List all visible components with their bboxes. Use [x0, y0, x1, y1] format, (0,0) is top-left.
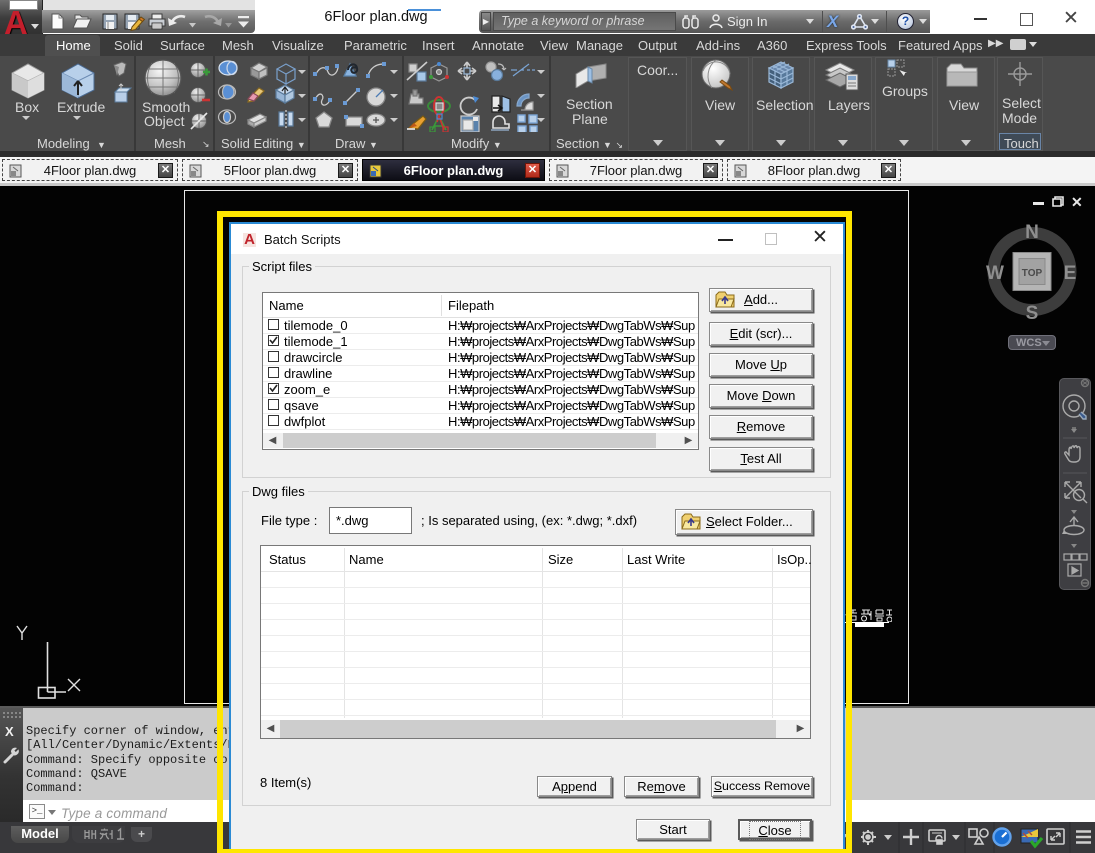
svg-text:E: E	[1064, 263, 1077, 284]
svg-text:W: W	[986, 263, 1004, 284]
svg-text:TOP: TOP	[1022, 268, 1043, 279]
svg-text:N: N	[1025, 222, 1039, 243]
svg-text:S: S	[1026, 303, 1039, 324]
